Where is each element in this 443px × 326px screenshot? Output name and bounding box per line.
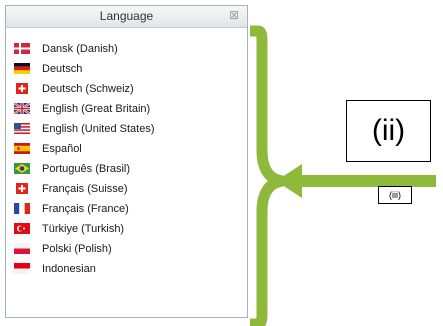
- flag-tr-icon: [14, 223, 30, 234]
- language-item-english-gb[interactable]: English (Great Britain): [6, 99, 247, 119]
- language-label: Português (Brasil): [42, 163, 131, 175]
- flag-br-icon: [14, 163, 30, 174]
- annotation-label-ii: (ii): [346, 100, 431, 162]
- language-label: English (United States): [42, 123, 155, 135]
- language-label: Türkiye (Turkish): [42, 223, 125, 235]
- language-label: Deutsch (Schweiz): [42, 83, 134, 95]
- annotation-label-iii: (iii): [378, 186, 412, 204]
- panel-header: Language ⊠: [6, 6, 247, 28]
- language-item-espanol[interactable]: Español: [6, 139, 247, 159]
- language-item-indonesian[interactable]: Indonesian: [6, 259, 247, 279]
- close-icon[interactable]: ⊠: [227, 8, 241, 22]
- language-item-dansk[interactable]: Dansk (Danish): [6, 39, 247, 59]
- flag-de-icon: [14, 63, 30, 74]
- flag-fr-icon: [14, 203, 30, 214]
- language-label: English (Great Britain): [42, 103, 151, 115]
- language-label: Français (Suisse): [42, 183, 128, 195]
- flag-us-icon: [14, 123, 30, 134]
- language-label: Indonesian: [42, 263, 96, 275]
- language-item-polski[interactable]: Polski (Polish): [6, 239, 247, 259]
- flag-pl-icon: [14, 243, 30, 254]
- screenshot-stage: Language ⊠ Dansk (Danish) Deutsch Deutsc…: [0, 0, 443, 326]
- language-item-english-us[interactable]: English (United States): [6, 119, 247, 139]
- language-item-francais-suisse[interactable]: Français (Suisse): [6, 179, 247, 199]
- flag-ch-icon: [16, 83, 28, 94]
- curly-brace-shape: [250, 25, 288, 326]
- language-label: Polski (Polish): [42, 243, 112, 255]
- language-label: Français (France): [42, 203, 129, 215]
- flag-es-icon: [14, 143, 30, 154]
- flag-ch-icon: [16, 183, 28, 194]
- panel-title: Language: [99, 9, 154, 23]
- language-item-deutsch[interactable]: Deutsch: [6, 59, 247, 79]
- flag-gb-icon: [14, 103, 30, 114]
- language-item-deutsch-schweiz[interactable]: Deutsch (Schweiz): [6, 79, 247, 99]
- language-item-francais-france[interactable]: Français (France): [6, 199, 247, 219]
- language-item-portugues-brasil[interactable]: Português (Brasil): [6, 159, 247, 179]
- language-list: Dansk (Danish) Deutsch Deutsch (Schweiz): [6, 39, 247, 279]
- language-label: Dansk (Danish): [42, 43, 118, 55]
- arrow-shaft-shape: [300, 175, 436, 187]
- language-item-turkiye[interactable]: Türkiye (Turkish): [6, 219, 247, 239]
- arrow-head-shape: [276, 164, 302, 198]
- language-label: Español: [42, 143, 82, 155]
- flag-id-icon: [14, 263, 30, 274]
- flag-dk-icon: [14, 43, 30, 54]
- language-label: Deutsch: [42, 63, 83, 75]
- language-panel: Language ⊠ Dansk (Danish) Deutsch Deutsc…: [5, 5, 248, 318]
